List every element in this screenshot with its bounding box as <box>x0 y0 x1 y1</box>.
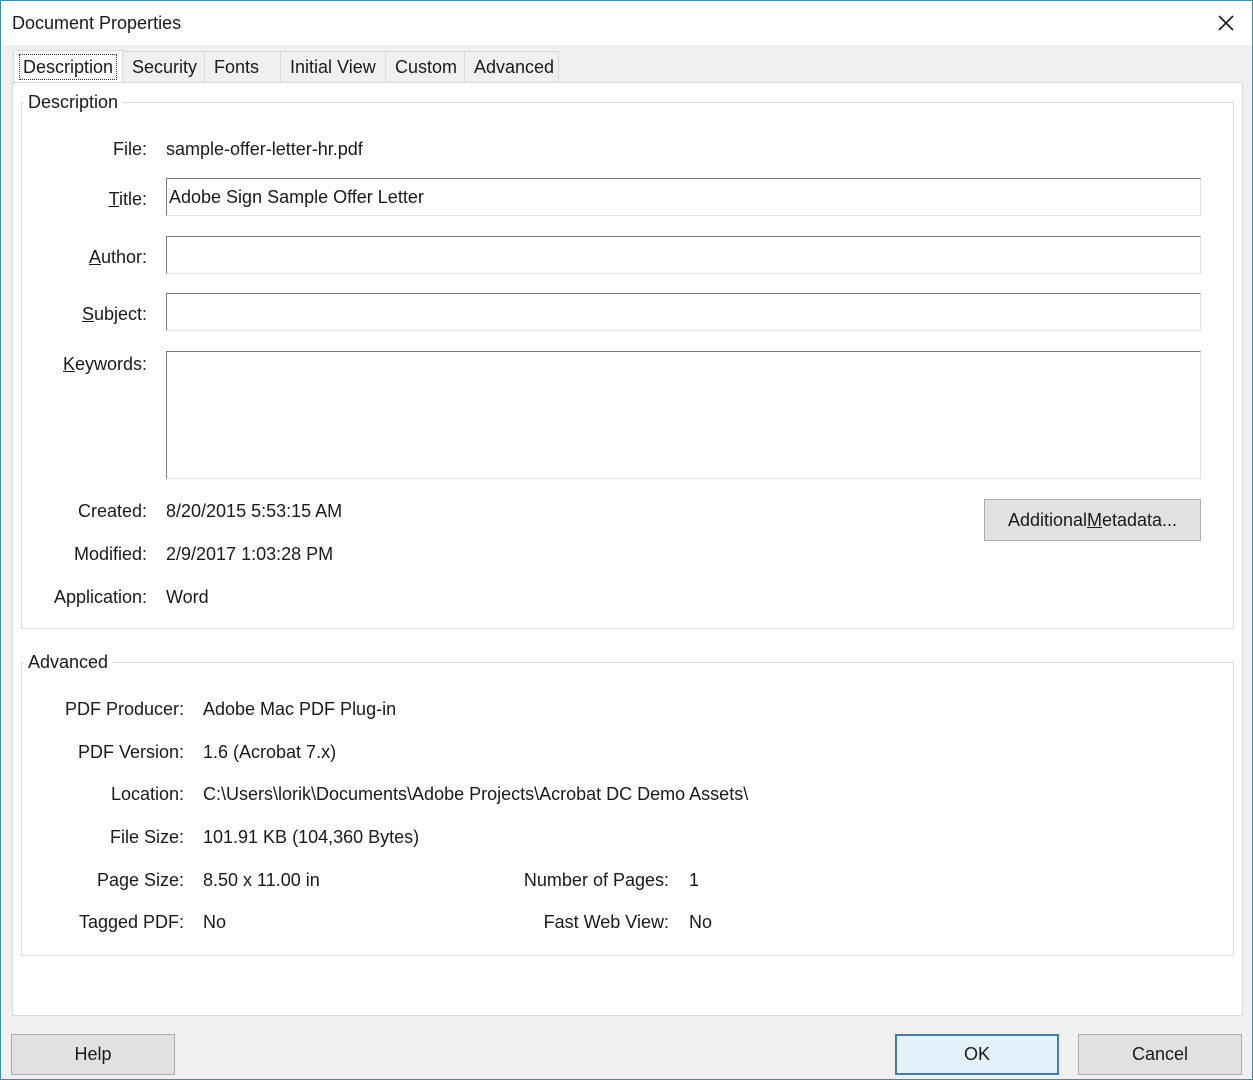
created-value: 8/20/2015 5:53:15 AM <box>166 501 343 521</box>
file-value: sample-offer-letter-hr.pdf <box>166 139 363 159</box>
modified-value: 2/9/2017 1:03:28 PM <box>166 544 334 564</box>
tab-security[interactable]: Security <box>122 51 205 83</box>
modified-label: Modified: <box>73 544 147 564</box>
tab-custom[interactable]: Custom <box>385 51 465 83</box>
window-title: Document Properties <box>12 13 182 33</box>
title-label-rest: itle: <box>118 189 147 209</box>
author-label: Author: <box>89 247 147 268</box>
fast-web-view-label: Fast Web View: <box>543 912 669 932</box>
cancel-button[interactable]: Cancel <box>1078 1034 1242 1075</box>
title-field[interactable] <box>166 178 1201 216</box>
description-group-title: Description <box>24 92 123 113</box>
author-label-mnemonic: A <box>88 247 101 267</box>
page-size-value: 8.50 x 11.00 in <box>203 870 320 890</box>
tab-initial-view[interactable]: Initial View <box>280 51 386 83</box>
metadata-button-mnemonic: M <box>1087 509 1102 530</box>
pdf-producer-label: PDF Producer: <box>64 699 184 719</box>
created-label: Created: <box>77 501 147 521</box>
ok-button[interactable]: OK <box>895 1034 1059 1075</box>
pdf-producer-value: Adobe Mac PDF Plug-in <box>203 699 397 719</box>
tab-description[interactable]: Description <box>13 50 123 83</box>
location-value: C:\Users\lorik\Documents\Adobe Projects\… <box>203 784 749 804</box>
subject-label-mnemonic: S <box>81 304 94 324</box>
author-field[interactable] <box>166 236 1201 274</box>
application-label: Application: <box>53 587 147 607</box>
tab-advanced[interactable]: Advanced <box>464 51 559 83</box>
keywords-field[interactable] <box>166 351 1201 479</box>
pdf-version-label: PDF Version: <box>77 742 184 762</box>
location-label: Location: <box>110 784 184 804</box>
help-button[interactable]: Help <box>11 1034 175 1075</box>
tagged-pdf-label: Tagged PDF: <box>78 912 184 932</box>
title-label-mnemonic: T <box>108 189 119 209</box>
tab-label: Description <box>18 54 118 80</box>
close-icon <box>1218 15 1234 31</box>
file-size-value: 101.91 KB (104,360 Bytes) <box>203 827 420 847</box>
tagged-pdf-value: No <box>203 912 227 932</box>
tab-strip: Description Security Fonts Initial View … <box>13 50 559 83</box>
pdf-version-value: 1.6 (Acrobat 7.x) <box>203 742 337 762</box>
additional-metadata-button[interactable]: Additional Metadata... <box>984 499 1201 541</box>
subject-label: Subject: <box>82 304 147 325</box>
tab-page-description: Description File: sample-offer-letter-hr… <box>12 82 1243 1016</box>
page-size-label: Page Size: <box>96 870 184 890</box>
document-properties-dialog: Document Properties Description Security… <box>0 0 1253 1080</box>
keywords-label: Keywords: <box>63 354 147 375</box>
metadata-button-text-rest: etadata... <box>1102 509 1178 530</box>
file-size-label: File Size: <box>109 827 184 847</box>
close-button[interactable] <box>1208 5 1244 41</box>
tab-fonts[interactable]: Fonts <box>204 51 281 83</box>
advanced-group-title: Advanced <box>24 652 113 673</box>
file-label: File: <box>112 139 147 159</box>
keywords-label-mnemonic: K <box>62 354 75 374</box>
metadata-button-text: Additional <box>1007 509 1087 530</box>
subject-field[interactable] <box>166 293 1201 331</box>
subject-label-rest: ubject: <box>93 304 147 324</box>
title-bar: Document Properties <box>1 1 1252 45</box>
keywords-label-rest: eywords: <box>74 354 147 374</box>
number-of-pages-value: 1 <box>689 870 700 890</box>
application-value: Word <box>166 587 209 607</box>
title-label: Title: <box>109 189 147 210</box>
fast-web-view-value: No <box>689 912 713 932</box>
author-label-rest: uthor: <box>100 247 147 267</box>
number-of-pages-label: Number of Pages: <box>523 870 669 890</box>
